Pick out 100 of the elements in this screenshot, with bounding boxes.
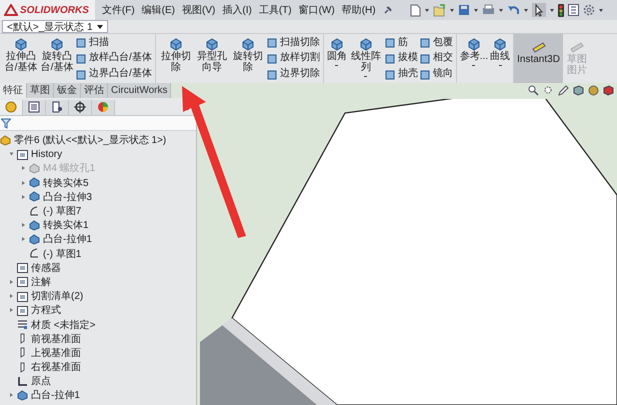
caret-icon[interactable] [524, 8, 528, 12]
save-icon[interactable] [458, 4, 470, 16]
cube-icon [204, 37, 219, 51]
command-button[interactable]: 边界切除 [266, 68, 320, 80]
zoom-area-icon[interactable] [543, 85, 554, 96]
menu-item[interactable]: 工具(T) [258, 3, 292, 17]
command-button[interactable]: 放样凸台/基体 [76, 52, 152, 64]
tree-item[interactable]: 材质 <未指定> [31, 318, 96, 332]
pin-icon[interactable] [382, 5, 393, 15]
caret-icon[interactable] [598, 8, 603, 12]
menu-item[interactable]: 文件(F) [102, 3, 135, 17]
tree-item[interactable]: (-) 草图7 [43, 204, 82, 218]
feature-icon [29, 162, 40, 174]
menu-item[interactable]: 帮助(H) [342, 3, 376, 17]
expand-arrow-icon[interactable] [10, 294, 12, 298]
caret-icon[interactable] [474, 8, 478, 12]
tree-item[interactable]: 凸台-拉伸1 [31, 388, 80, 402]
caret-icon[interactable] [450, 8, 454, 12]
tree-item[interactable]: 上视基准面 [31, 346, 81, 360]
command-button[interactable]: 相交 [420, 52, 453, 64]
square-icon [384, 37, 396, 48]
square-icon [266, 52, 278, 64]
feature-icon [29, 234, 40, 245]
menu-item[interactable]: 视图(V) [182, 3, 216, 17]
filter-icon[interactable] [1, 118, 11, 128]
tree-item[interactable]: 前视基准面 [31, 332, 81, 346]
tree-item[interactable]: History [31, 148, 62, 160]
menu-item[interactable]: 窗口(W) [298, 3, 335, 17]
command-button[interactable]: 筋 [384, 36, 418, 49]
part-icon [0, 134, 11, 146]
tree-item[interactable]: 传感器 [31, 260, 61, 275]
command-button[interactable]: 圆角 [326, 34, 348, 83]
command-button[interactable]: 异型孔向导 [194, 34, 230, 83]
zoom-icon[interactable] [528, 85, 539, 96]
tree-item[interactable]: 注解 [31, 274, 51, 289]
settings-icon[interactable] [582, 4, 595, 16]
command-button[interactable]: 拉伸凸台/基体 [3, 34, 39, 83]
tree-item[interactable]: 原点 [31, 374, 51, 388]
caret-icon[interactable] [424, 8, 429, 12]
cube-icon[interactable] [603, 85, 614, 96]
undo-icon[interactable] [506, 4, 520, 16]
command-button[interactable]: 拔模 [384, 52, 418, 64]
property-list-icon[interactable] [28, 101, 40, 113]
command-button[interactable]: 边界凸台/基体 [76, 68, 152, 80]
tab[interactable]: 特征 [0, 83, 27, 98]
folder-icon [17, 148, 28, 160]
cube-icon [330, 37, 344, 51]
caret-icon[interactable] [498, 8, 503, 12]
expand-arrow-icon[interactable] [22, 237, 24, 242]
sketch-icon [29, 248, 40, 260]
folder-icon [17, 304, 28, 316]
command-button[interactable]: 放样切割 [266, 52, 320, 64]
tree-item[interactable]: 凸台-拉伸3 [43, 190, 92, 204]
command-button[interactable]: 扫描 [76, 36, 152, 49]
tree-item[interactable]: (-) 草图1 [43, 246, 82, 261]
appearance-icon[interactable] [97, 101, 109, 113]
square-icon [420, 68, 431, 80]
tree-item[interactable]: 凸台-拉伸1 [43, 232, 92, 246]
command-button[interactable]: 旋转凸台/基体 [39, 34, 75, 83]
list-icon[interactable] [568, 4, 579, 16]
pencil-icon[interactable] [558, 85, 569, 96]
material-icon [17, 319, 28, 330]
traffic-light-icon[interactable] [558, 4, 564, 16]
command-button[interactable]: 参考... [458, 34, 490, 83]
expand-arrow-icon[interactable] [22, 180, 24, 185]
expand-arrow-icon[interactable] [9, 152, 13, 156]
logo-icon [4, 4, 18, 16]
menu-item[interactable]: 插入(I) [222, 3, 252, 17]
command-button[interactable]: 旋转切除 [230, 34, 266, 83]
tree-item[interactable]: 零件6 (默认<<默认>_显示状态 1>) [14, 133, 166, 148]
expand-arrow-icon[interactable] [10, 280, 12, 284]
command-button[interactable]: 扫描切除 [266, 36, 320, 49]
command-button[interactable]: 曲线 [489, 34, 512, 83]
command-button[interactable]: 线性阵列 [348, 34, 384, 83]
square-icon [76, 68, 87, 80]
new-document-icon[interactable] [410, 4, 421, 16]
print-icon[interactable] [482, 4, 495, 16]
command-button[interactable]: 包覆 [420, 36, 453, 49]
caret-icon[interactable] [550, 8, 554, 12]
expand-arrow-icon[interactable] [10, 393, 12, 398]
expand-arrow-icon[interactable] [10, 308, 12, 312]
folder-icon [17, 262, 28, 274]
menu-item[interactable]: 编辑(E) [142, 3, 176, 17]
tree-item[interactable]: 方程式 [31, 303, 61, 318]
tree-item[interactable]: 切割清单(2) [31, 289, 84, 304]
command-button[interactable]: 抽壳 [384, 68, 418, 80]
configuration-dropdown[interactable]: <默认>_显示状态 1 [2, 20, 108, 33]
tree-item[interactable]: 转换实体5 [43, 176, 89, 190]
cube-icon[interactable] [573, 85, 584, 96]
tree-item[interactable]: 转换实体1 [43, 218, 89, 232]
crosshair-icon[interactable] [74, 101, 86, 113]
tree-item[interactable]: 右视基准面 [31, 360, 81, 374]
toggle-button[interactable]: Instant3D [514, 34, 563, 83]
expand-arrow-icon[interactable] [22, 166, 24, 170]
command-button[interactable]: 镜向 [420, 68, 453, 80]
expand-arrow-icon[interactable] [22, 194, 24, 199]
configuration-icon[interactable] [51, 101, 63, 113]
expand-arrow-icon[interactable] [22, 223, 24, 228]
command-button[interactable]: 拉伸切除 [158, 34, 194, 83]
pointer-icon[interactable] [532, 3, 546, 17]
